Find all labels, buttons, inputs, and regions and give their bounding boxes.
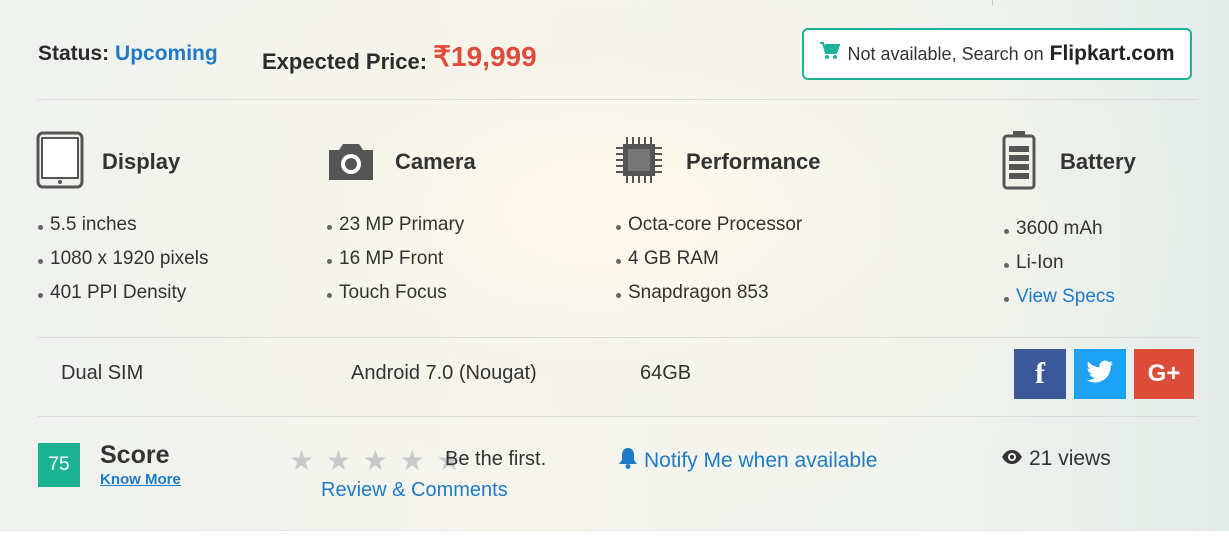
google-plus-icon: G+	[1147, 360, 1181, 387]
facebook-share-button[interactable]: f	[1014, 349, 1066, 399]
phone-summary-panel: Status: Upcoming Expected Price: ₹19,999…	[0, 0, 1229, 531]
flipkart-text: Not available, Search on	[847, 43, 1044, 64]
spec-item: 3600 mAh	[1002, 212, 1136, 246]
views-text: 21 views	[1029, 447, 1111, 470]
status: Status: Upcoming	[38, 42, 218, 66]
spec-item: 16 MP Front	[325, 242, 476, 276]
sim-info: Dual SIM	[61, 362, 144, 384]
battery-icon	[1002, 130, 1036, 195]
know-more-link[interactable]: Know More	[100, 471, 181, 488]
spec-item: Octa-core Processor	[614, 208, 821, 242]
spec-title: Performance	[686, 149, 821, 174]
flipkart-search-button[interactable]: Not available, Search on Flipkart.com	[802, 28, 1192, 80]
camera-icon	[325, 138, 377, 187]
facebook-icon: f	[1035, 357, 1045, 390]
spec-item: 401 PPI Density	[36, 276, 208, 310]
divider	[38, 337, 1198, 338]
divider	[38, 416, 1198, 417]
rating-stars[interactable]: ★ ★ ★ ★ ★	[289, 444, 464, 477]
spec-item: 5.5 inches	[36, 208, 208, 242]
status-label: Status:	[38, 42, 110, 65]
cart-icon	[819, 42, 840, 66]
spec-item: Snapdragon 853	[614, 276, 821, 310]
twitter-icon	[1086, 360, 1114, 389]
spec-item: 4 GB RAM	[614, 242, 821, 276]
twitter-share-button[interactable]	[1074, 349, 1126, 399]
spec-title: Display	[102, 149, 181, 174]
notify-me-link[interactable]: Notify Me when available	[618, 447, 877, 475]
view-specs-link[interactable]: View Specs	[1002, 280, 1136, 314]
spec-display: Display 5.5 inches 1080 x 1920 pixels 40…	[36, 131, 208, 310]
price-value: 19,999	[451, 41, 537, 72]
score-title: Score	[100, 441, 170, 469]
google-plus-share-button[interactable]: G+	[1134, 349, 1194, 399]
storage-info: 64GB	[640, 362, 692, 384]
views-count: 21 views	[1001, 447, 1111, 471]
price-label: Expected Price:	[262, 49, 428, 74]
tablet-icon	[36, 131, 84, 194]
status-price-row: Status: Upcoming Expected Price: ₹19,999…	[38, 28, 1198, 80]
price-currency: ₹	[433, 41, 452, 72]
spec-title: Camera	[395, 149, 476, 174]
spec-title: Battery	[1060, 149, 1136, 174]
spec-item: Touch Focus	[325, 276, 476, 310]
spec-item: Li-Ion	[1002, 246, 1136, 280]
status-value: Upcoming	[115, 42, 218, 65]
notify-text: Notify Me when available	[644, 449, 878, 472]
flipkart-brand: Flipkart.com	[1049, 42, 1175, 65]
spec-camera: Camera 23 MP Primary 16 MP Front Touch F…	[325, 132, 476, 310]
bell-icon	[618, 447, 638, 475]
expected-price: Expected Price: ₹19,999	[262, 41, 537, 76]
spec-performance: Performance Octa-core Processor 4 GB RAM…	[614, 132, 821, 310]
eye-icon	[1001, 447, 1023, 471]
divider	[992, 0, 993, 6]
os-info: Android 7.0 (Nougat)	[351, 362, 537, 384]
review-comments-link[interactable]: Review & Comments	[321, 479, 508, 502]
spec-battery: Battery 3600 mAh Li-Ion View Specs	[1002, 130, 1136, 314]
spec-item: 1080 x 1920 pixels	[36, 242, 208, 276]
chip-icon	[614, 135, 664, 190]
rating-prompt: Be the first.	[445, 448, 547, 470]
score-badge: 75	[38, 443, 80, 487]
spec-item: 23 MP Primary	[325, 208, 476, 242]
divider	[38, 99, 1198, 100]
